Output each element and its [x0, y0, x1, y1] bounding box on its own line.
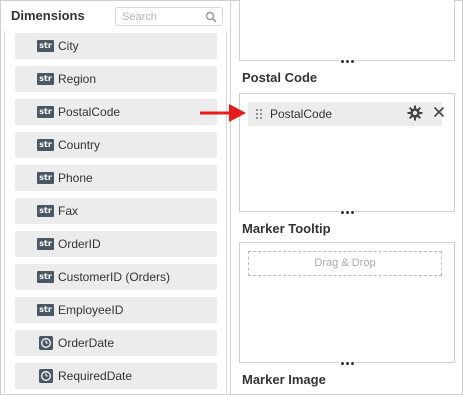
- dimension-label: RequiredDate: [58, 369, 133, 383]
- annotation-arrow-icon: [200, 104, 246, 122]
- dimension-item-postalcode[interactable]: str PostalCode: [15, 99, 217, 125]
- dimension-item-phone[interactable]: str Phone: [15, 165, 217, 191]
- string-type-icon: str: [37, 271, 54, 283]
- dimension-label: City: [58, 39, 79, 53]
- dimension-item-requireddate[interactable]: RequiredDate: [15, 363, 217, 389]
- dimension-label: Phone: [58, 171, 93, 185]
- search-input[interactable]: [122, 10, 202, 24]
- dimensions-panel: Dimensions str City str Region str Posta…: [1, 1, 227, 393]
- string-type-icon: str: [37, 205, 54, 217]
- string-type-icon: str: [37, 40, 54, 52]
- previous-drop-box[interactable]: [239, 0, 455, 65]
- drag-drop-zone[interactable]: Drag & Drop: [248, 251, 442, 276]
- drag-handle-icon[interactable]: [255, 108, 263, 120]
- postal-code-title: Postal Code: [242, 70, 318, 85]
- string-type-icon: str: [37, 139, 54, 151]
- dimension-label: EmployeeID: [58, 303, 124, 317]
- resize-handle[interactable]: [339, 57, 355, 65]
- dimensions-title: Dimensions: [11, 8, 85, 23]
- dimension-item-employeeid[interactable]: str EmployeeID: [15, 297, 217, 323]
- dimensions-list[interactable]: str City str Region str PostalCode str C…: [1, 31, 227, 393]
- string-type-icon: str: [37, 106, 54, 118]
- dimension-item-orderdate[interactable]: OrderDate: [15, 330, 217, 356]
- dimension-item-orderid[interactable]: str OrderID: [15, 231, 217, 257]
- dimension-label: PostalCode: [58, 105, 121, 119]
- postal-code-field-chip[interactable]: PostalCode: [248, 102, 445, 126]
- string-type-icon: str: [37, 238, 54, 250]
- dimension-label: OrderDate: [58, 336, 115, 350]
- field-chip-label: PostalCode: [270, 107, 333, 121]
- string-type-icon: str: [37, 304, 54, 316]
- resize-handle[interactable]: [339, 208, 355, 216]
- dimension-label: Region: [58, 72, 97, 86]
- string-type-icon: str: [37, 172, 54, 184]
- search-icon: [205, 11, 217, 23]
- search-box[interactable]: [115, 7, 223, 26]
- resize-handle[interactable]: [339, 359, 355, 367]
- dimension-label: Fax: [58, 204, 79, 218]
- marker-tooltip-title: Marker Tooltip: [242, 221, 331, 236]
- dimension-label: OrderID: [58, 237, 101, 251]
- gear-icon[interactable]: [407, 105, 423, 121]
- dimension-item-country[interactable]: str Country: [15, 132, 217, 158]
- dimension-label: Country: [58, 138, 101, 152]
- marker-image-title: Marker Image: [242, 372, 326, 387]
- dimension-item-customerid[interactable]: str CustomerID (Orders): [15, 264, 217, 290]
- marker-tooltip-drop-box[interactable]: Drag & Drop: [239, 242, 455, 367]
- dimension-item-city[interactable]: str City: [15, 33, 217, 59]
- dimension-item-region[interactable]: str Region: [15, 66, 217, 92]
- dimension-item-fax[interactable]: str Fax: [15, 198, 217, 224]
- postal-code-drop-box[interactable]: PostalCode: [239, 93, 455, 216]
- clock-icon: [39, 336, 53, 350]
- fields-panel: Postal Code PostalCode Marker Tooltip Dr…: [231, 0, 462, 395]
- dimension-label: CustomerID (Orders): [58, 270, 171, 284]
- close-icon[interactable]: [433, 106, 445, 118]
- string-type-icon: str: [37, 73, 54, 85]
- clock-icon: [39, 369, 53, 383]
